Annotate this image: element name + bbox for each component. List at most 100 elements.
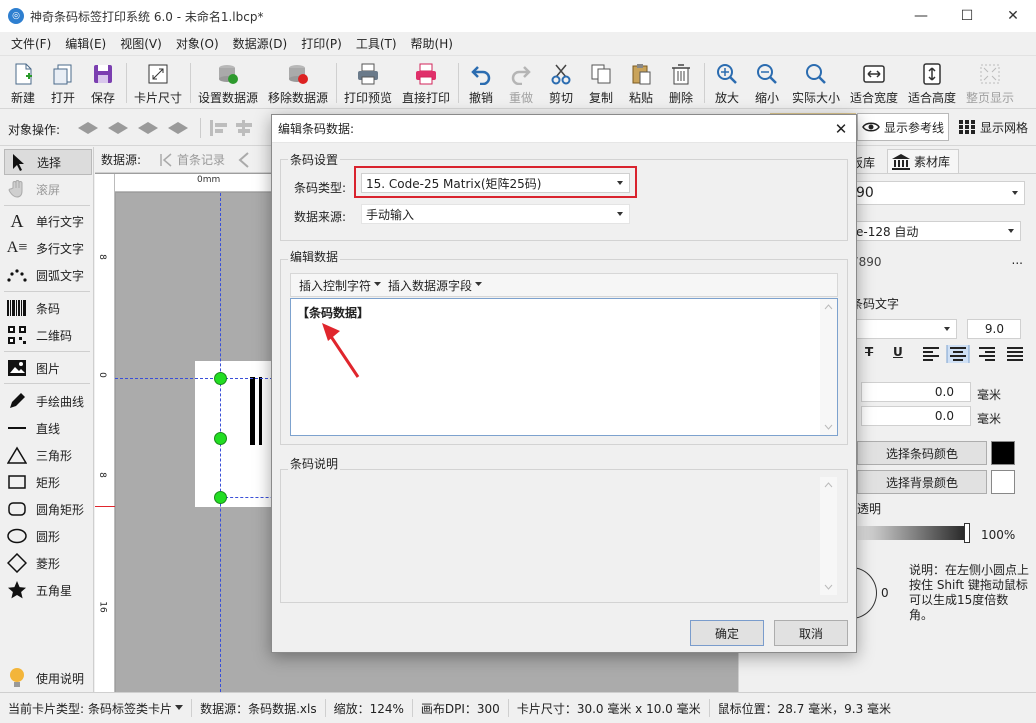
insert-datasource-field-button[interactable]: 插入数据源字段 — [388, 277, 483, 294]
tab-material-library[interactable]: 素材库 — [887, 149, 959, 173]
mouse-position-status: 鼠标位置：28.7 毫米，9.3 毫米 — [717, 701, 892, 716]
tool-rect[interactable]: 矩形 — [4, 469, 92, 495]
underline-button[interactable]: U — [893, 345, 903, 359]
redo-button[interactable]: 重做 — [504, 59, 538, 107]
zoom-out-button[interactable]: 缩小 — [750, 59, 784, 107]
tool-round-rect[interactable]: 圆角矩形 — [4, 496, 92, 522]
help-button[interactable]: 使用说明 — [4, 665, 92, 691]
qrcode-icon — [6, 324, 28, 346]
magnifier-icon — [804, 62, 828, 86]
barcode-data-editor[interactable]: 【条码数据】 — [290, 298, 838, 436]
prev-record-icon[interactable] — [237, 151, 251, 168]
edit-barcode-dialog: 编辑条码数据: ✕ 条码设置 条码类型: 15. Code-25 Matrix(… — [271, 114, 857, 653]
menu-datasource[interactable]: 数据源(D) — [226, 35, 295, 52]
close-button[interactable]: ✕ — [990, 0, 1036, 32]
main-toolbar: 新建 打开 保存 卡片尺寸 设置数据源 移除数据源 打印预览 直接打印 撤销 重… — [0, 57, 1036, 109]
editor-scrollbar[interactable] — [820, 299, 837, 435]
dialog-close-button[interactable]: ✕ — [832, 120, 850, 138]
rounded-rect-icon — [6, 498, 28, 520]
tool-line[interactable]: 直线 — [4, 415, 92, 441]
tool-qrcode[interactable]: 二维码 — [4, 322, 92, 348]
text-align-buttons[interactable] — [921, 345, 1031, 363]
scissors-icon — [549, 62, 573, 86]
remove-datasource-button[interactable]: 移除数据源 — [266, 59, 330, 107]
fit-height-button[interactable]: 适合高度 — [906, 59, 958, 107]
menu-edit[interactable]: 编辑(E) — [58, 35, 113, 52]
fit-page-button[interactable]: 整页显示 — [964, 59, 1016, 107]
text-icon: A — [10, 210, 24, 231]
tool-multi-text[interactable]: A≡ 多行文字 — [4, 235, 92, 261]
barcode-mode-select[interactable]: e-128 自动 — [851, 221, 1021, 241]
barcode-description-group — [280, 469, 848, 603]
toolbar-separator — [126, 63, 127, 103]
opacity-slider-thumb[interactable] — [964, 523, 970, 543]
barcode-type-select[interactable]: 15. Code-25 Matrix(矩阵25码) — [361, 173, 630, 193]
ok-button[interactable]: 确定 — [690, 620, 764, 646]
set-datasource-button[interactable]: 设置数据源 — [196, 59, 260, 107]
offset-y-spinner[interactable]: 0.0 — [861, 406, 971, 426]
bg-color-swatch[interactable] — [991, 470, 1015, 494]
delete-button[interactable]: 删除 — [664, 59, 698, 107]
show-grid-toggle[interactable]: 显示网格 — [954, 113, 1034, 141]
offset-x-spinner[interactable]: 0.0 — [861, 382, 971, 402]
tool-scroll[interactable]: 滚屏 — [4, 176, 92, 202]
chevron-down-icon — [617, 212, 623, 216]
menu-print[interactable]: 打印(P) — [294, 35, 349, 52]
menu-tools[interactable]: 工具(T) — [349, 35, 404, 52]
strikethrough-button[interactable]: T — [865, 345, 873, 359]
toolbar-separator — [190, 63, 191, 103]
opacity-slider[interactable] — [857, 526, 969, 540]
select-bar-color-button[interactable]: 选择条码颜色 — [857, 441, 987, 465]
paste-icon — [629, 62, 653, 86]
new-button[interactable]: 新建 — [6, 59, 40, 107]
menu-file[interactable]: 文件(F) — [4, 35, 58, 52]
barcode-value-input[interactable]: 90 — [851, 181, 1025, 205]
card-size-button[interactable]: 卡片尺寸 — [132, 59, 184, 107]
font-family-select[interactable] — [851, 319, 957, 339]
new-file-icon — [11, 62, 35, 86]
datasource-select[interactable]: 手动输入 — [361, 204, 630, 224]
tool-image[interactable]: 图片 — [4, 355, 92, 381]
resize-handle[interactable] — [214, 491, 227, 504]
card-type-status[interactable]: 当前卡片类型: 条码标签类卡片 — [0, 699, 193, 717]
first-record-button[interactable]: 首条记录 — [159, 151, 225, 168]
tool-star[interactable]: 五角星 — [4, 577, 92, 603]
print-preview-button[interactable]: 打印预览 — [342, 59, 394, 107]
select-bg-color-button[interactable]: 选择背景颜色 — [857, 470, 987, 494]
resize-handle[interactable] — [214, 372, 227, 385]
tool-diamond[interactable]: 菱形 — [4, 550, 92, 576]
tool-freehand[interactable]: 手绘曲线 — [4, 388, 92, 414]
minimize-button[interactable]: — — [898, 0, 944, 32]
fit-width-button[interactable]: 适合宽度 — [848, 59, 900, 107]
paste-button[interactable]: 粘贴 — [624, 59, 658, 107]
insert-control-char-button[interactable]: 插入控制字符 — [299, 277, 382, 294]
menu-object[interactable]: 对象(O) — [169, 35, 226, 52]
actual-size-button[interactable]: 实际大小 — [790, 59, 842, 107]
tool-triangle[interactable]: 三角形 — [4, 442, 92, 468]
menu-view[interactable]: 视图(V) — [113, 35, 169, 52]
cancel-button[interactable]: 取消 — [774, 620, 848, 646]
tool-ellipse[interactable]: 圆形 — [4, 523, 92, 549]
maximize-button[interactable]: ☐ — [944, 0, 990, 32]
direct-print-button[interactable]: 直接打印 — [400, 59, 452, 107]
chevron-down-icon — [374, 282, 382, 286]
show-guides-toggle[interactable]: 显示参考线 — [857, 113, 949, 141]
copy-button[interactable]: 复制 — [584, 59, 618, 107]
open-button[interactable]: 打开 — [46, 59, 80, 107]
bar-color-swatch[interactable] — [991, 441, 1015, 465]
cut-button[interactable]: 剪切 — [544, 59, 578, 107]
resize-handle[interactable] — [214, 432, 227, 445]
layer-order-icons[interactable] — [74, 116, 274, 140]
tool-barcode[interactable]: 条码 — [4, 295, 92, 321]
menu-help[interactable]: 帮助(H) — [404, 35, 460, 52]
more-button[interactable]: ... — [1012, 253, 1023, 267]
tool-select[interactable]: 选择 — [4, 149, 92, 175]
description-scrollbar[interactable] — [820, 477, 837, 595]
undo-button[interactable]: 撤销 — [464, 59, 498, 107]
tool-arc-text[interactable]: 圆弧文字 — [4, 262, 92, 288]
save-button[interactable]: 保存 — [86, 59, 120, 107]
barcode-data-field[interactable]: 7890 ... — [851, 251, 1023, 273]
tool-single-text[interactable]: A 单行文字 — [4, 208, 92, 234]
zoom-in-button[interactable]: 放大 — [710, 59, 744, 107]
font-size-spinner[interactable]: 9.0 — [967, 319, 1021, 339]
